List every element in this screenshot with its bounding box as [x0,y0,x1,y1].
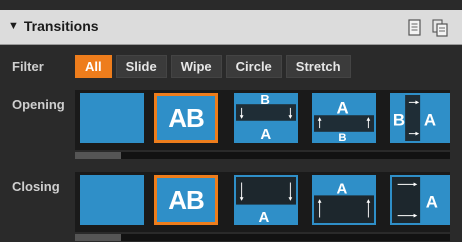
copy-icon[interactable] [407,19,423,37]
closing-scrollbar-thumb[interactable] [75,234,121,241]
transition-thumb-ab-selected[interactable]: AB [154,175,218,225]
transition-thumb-slide-right[interactable]: B A [390,93,450,143]
transition-thumb-close-up[interactable]: A [312,175,376,225]
filter-all-button[interactable]: All [75,55,112,78]
thumb-ab-text: AB [168,184,205,215]
thumb-ab-text: AB [168,102,205,133]
opening-scrollbar[interactable] [75,152,450,159]
opening-label: Opening [12,97,65,112]
transition-thumb-wipe-vertical[interactable]: B A [234,93,298,143]
closing-label: Closing [12,179,60,194]
svg-text:A: A [260,127,271,141]
transition-thumb-close-vertical[interactable]: A [234,175,298,225]
collapse-triangle-icon[interactable]: ▼ [8,20,19,32]
closing-thumbnail-strip: AB A A A [75,172,450,232]
transition-thumb-fade[interactable] [80,175,144,225]
svg-text:B: B [338,132,346,141]
transitions-panel: ▼ Transitions Filter All Slide Wipe Circ… [0,0,462,242]
closing-scrollbar[interactable] [75,234,450,241]
filter-slide-button[interactable]: Slide [115,55,167,78]
filter-buttons: All Slide Wipe Circle Stretch [75,55,351,78]
panel-title[interactable]: ▼ Transitions [8,18,99,34]
svg-text:A: A [259,210,270,223]
filter-circle-button[interactable]: Circle [225,55,282,78]
svg-text:B: B [260,95,269,107]
panel-title-text: Transitions [23,18,99,34]
opening-scrollbar-thumb[interactable] [75,152,121,159]
svg-text:A: A [337,99,349,118]
svg-text:A: A [426,193,438,212]
paste-icon[interactable] [432,19,448,37]
transition-thumb-close-right[interactable]: A [390,175,450,225]
svg-text:A: A [337,182,348,198]
transition-thumb-fade[interactable] [80,93,144,143]
filter-label: Filter [12,59,44,74]
panel-header[interactable]: ▼ Transitions [0,10,462,45]
transition-thumb-ab-selected[interactable]: AB [154,93,218,143]
svg-text:B: B [393,111,405,130]
svg-text:A: A [424,111,436,130]
transition-thumb-wipe-up[interactable]: A B [312,93,376,143]
filter-wipe-button[interactable]: Wipe [170,55,222,78]
filter-stretch-button[interactable]: Stretch [285,55,351,78]
opening-thumbnail-strip: AB B A A B B A [75,90,450,150]
